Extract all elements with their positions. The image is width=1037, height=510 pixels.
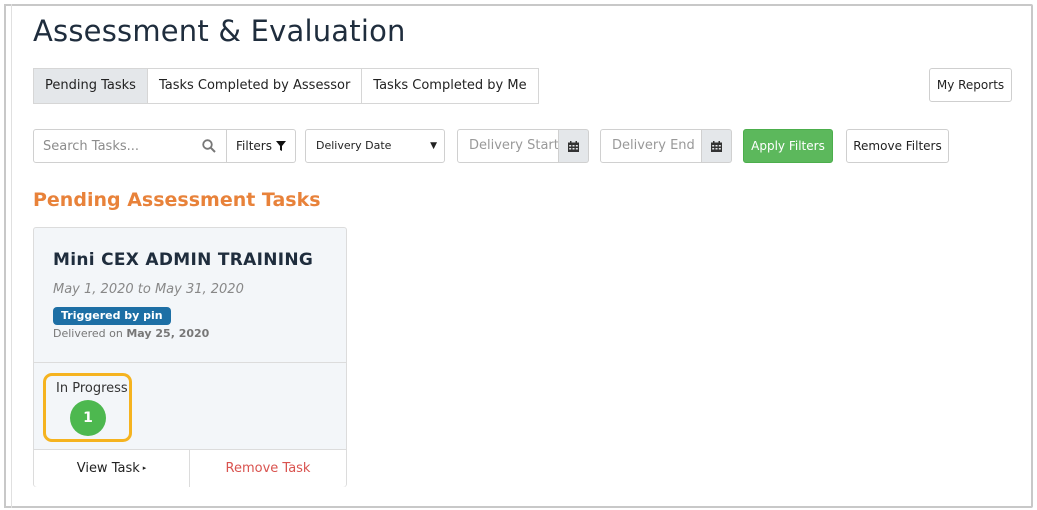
tab-completed-by-me[interactable]: Tasks Completed by Me	[362, 68, 539, 104]
task-title: Mini CEX ADMIN TRAINING	[53, 250, 314, 270]
date-type-value: Delivery Date	[316, 139, 392, 152]
delivery-start-calendar-button[interactable]	[559, 129, 589, 163]
search-field	[33, 129, 227, 163]
page-title: Assessment & Evaluation	[33, 14, 406, 48]
frame-left-edge	[4, 4, 12, 508]
card-actions: View Task ▸ Remove Task	[34, 449, 346, 487]
card-divider	[34, 362, 346, 363]
in-progress-highlight[interactable]: In Progress 1	[43, 373, 132, 442]
delivery-end-calendar-button[interactable]	[702, 129, 732, 163]
search-input[interactable]	[34, 130, 194, 162]
search-group: Filters	[33, 129, 296, 163]
date-type-select[interactable]: Delivery Date ▼	[305, 129, 445, 163]
my-reports-button[interactable]: My Reports	[929, 68, 1012, 102]
apply-filters-button[interactable]: Apply Filters	[743, 129, 833, 163]
section-heading: Pending Assessment Tasks	[33, 189, 321, 211]
view-task-button[interactable]: View Task ▸	[34, 450, 190, 487]
delivered-info: Delivered on May 25, 2020	[53, 327, 209, 340]
delivered-prefix: Delivered on	[53, 327, 123, 340]
caret-down-icon: ▼	[430, 141, 437, 151]
search-icon[interactable]	[202, 139, 216, 153]
remove-filters-button[interactable]: Remove Filters	[846, 129, 949, 163]
remove-task-button[interactable]: Remove Task	[190, 450, 346, 487]
delivery-end-group: Delivery End	[600, 129, 732, 163]
status-label: In Progress	[56, 381, 128, 396]
trigger-badge: Triggered by pin	[53, 307, 171, 325]
filter-icon	[275, 141, 286, 151]
task-tabs: Pending Tasks Tasks Completed by Assesso…	[33, 68, 539, 104]
delivery-start-group: Delivery Start	[457, 129, 589, 163]
tab-completed-by-assessor[interactable]: Tasks Completed by Assessor	[147, 68, 363, 104]
delivery-end-input[interactable]: Delivery End	[600, 129, 702, 163]
filters-label: Filters	[236, 139, 272, 153]
task-card: Mini CEX ADMIN TRAINING May 1, 2020 to M…	[33, 227, 347, 487]
calendar-icon	[711, 140, 722, 152]
caret-right-icon: ▸	[142, 464, 147, 472]
calendar-icon	[568, 140, 579, 152]
delivered-date: May 25, 2020	[126, 327, 210, 340]
task-date-range: May 1, 2020 to May 31, 2020	[53, 282, 244, 297]
tab-pending-tasks[interactable]: Pending Tasks	[33, 68, 148, 104]
delivery-start-input[interactable]: Delivery Start	[457, 129, 559, 163]
filters-button[interactable]: Filters	[227, 129, 296, 163]
view-task-label: View Task	[76, 461, 140, 476]
status-count-badge[interactable]: 1	[70, 400, 106, 436]
